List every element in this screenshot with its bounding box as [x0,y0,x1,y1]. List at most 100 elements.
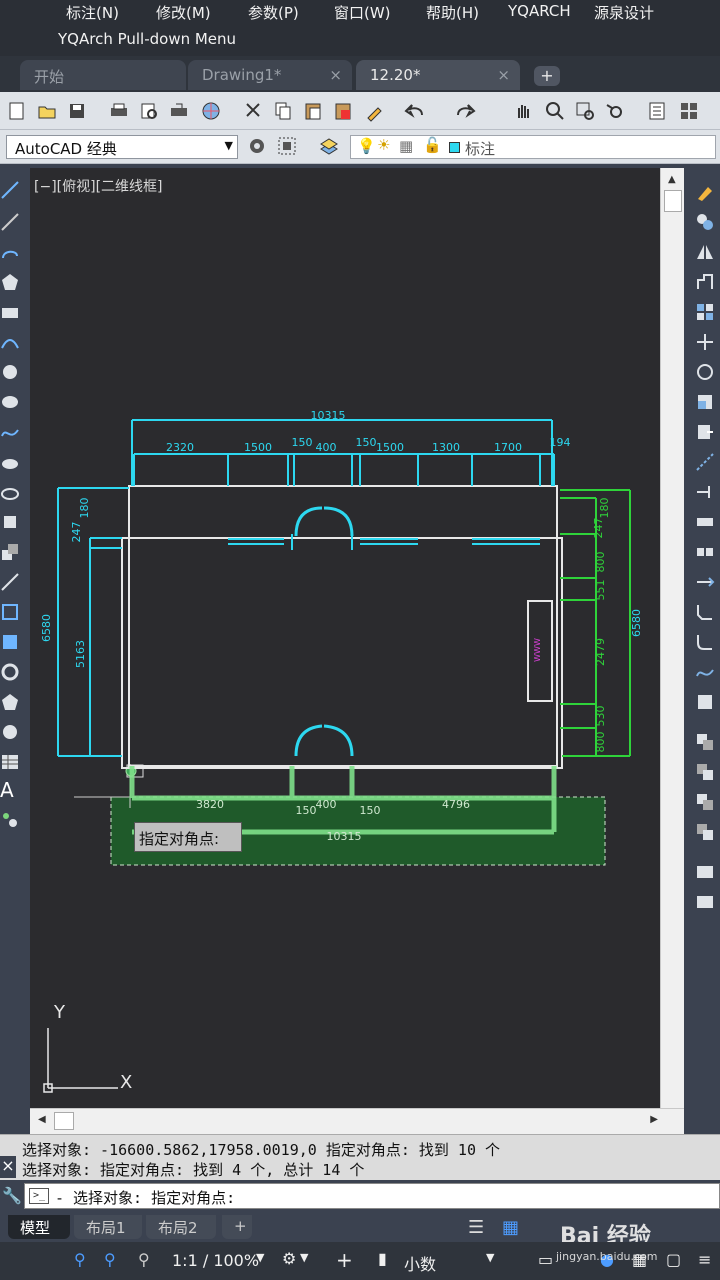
construction-line-icon[interactable] [0,212,20,232]
menu-modify[interactable]: 修改(M) [156,2,211,23]
draw-order-icon[interactable] [695,732,715,752]
polyline-icon[interactable] [0,242,20,262]
annotation-visibility-icon[interactable]: ⚲ [74,1250,86,1269]
print-preview-icon[interactable] [138,100,160,122]
menu-help[interactable]: 帮助(H) [426,2,479,23]
mirror-icon[interactable] [695,242,715,262]
undo-icon[interactable] [404,100,426,122]
command-prompt-icon[interactable]: >_ [29,1188,49,1204]
spline-icon[interactable] [0,422,20,442]
customize-wrench-icon[interactable]: 🔧 [2,1186,22,1205]
properties-icon[interactable] [646,100,668,122]
match-properties-icon[interactable] [364,100,386,122]
zoom-window-icon[interactable] [574,100,596,122]
send-under-icon[interactable] [695,822,715,842]
menu-yqarch-pulldown[interactable]: YQArch Pull-down Menu [58,30,236,48]
text-edit-icon[interactable] [695,862,715,882]
chevron-down-icon[interactable]: ▼ [256,1251,264,1264]
bring-to-front-icon[interactable] [695,762,715,782]
design-center-icon[interactable] [678,100,700,122]
explode-icon[interactable] [695,692,715,712]
auto-scale-icon[interactable]: ⚲ [104,1250,116,1269]
line-icon[interactable] [0,180,20,200]
save-icon[interactable] [66,100,88,122]
break-icon[interactable] [695,542,715,562]
annotation-scale-icon[interactable]: ⚲ [138,1250,150,1269]
render-icon[interactable] [200,100,222,122]
extend-icon[interactable] [695,482,715,502]
circle-icon[interactable] [0,362,20,382]
workspace-switch-icon[interactable]: ⚙ [282,1249,296,1268]
tab-12-20[interactable]: 12.20* × [356,60,520,90]
new-file-icon[interactable] [6,100,28,122]
ellipse-icon[interactable] [0,452,20,472]
blend-curves-icon[interactable] [695,662,715,682]
rectangle-icon[interactable] [0,302,20,322]
ellipse-arc-icon[interactable] [0,482,20,502]
quick-properties-icon[interactable]: ▭ [538,1250,553,1269]
insert-block-icon[interactable] [0,512,20,532]
scroll-thumb[interactable] [54,1112,74,1130]
erase-icon[interactable] [695,182,715,202]
tab-model[interactable]: 模型 [8,1215,70,1239]
rotate-icon[interactable] [695,362,715,382]
close-icon[interactable]: × [0,1156,16,1178]
workspace-settings-icon[interactable] [276,135,298,157]
revision-cloud-icon[interactable] [0,392,20,412]
layer-select[interactable]: 💡 ☀ ▦ 🔓 标注 [350,135,716,159]
redo-icon[interactable] [454,100,476,122]
menu-window[interactable]: 窗口(W) [334,2,391,23]
tab-layout2[interactable]: 布局2 [146,1215,216,1239]
gradient-icon[interactable] [0,632,20,652]
menu-dimension[interactable]: 标注(N) [66,2,119,23]
tab-start[interactable]: 开始 [20,60,186,90]
tab-layout1[interactable]: 布局1 [74,1215,142,1239]
vertical-scrollbar[interactable]: ▲ [660,168,684,1108]
stretch-icon[interactable] [695,422,715,442]
annotation-monitor-icon[interactable]: + [336,1248,353,1272]
text-overlap-icon[interactable] [695,892,715,912]
copy-object-icon[interactable] [695,212,715,232]
menu-parametric[interactable]: 参数(P) [248,2,299,23]
add-selected-icon[interactable] [0,810,20,830]
menu-yuanquan[interactable]: 源泉设计 [594,2,654,23]
copy-icon[interactable] [272,100,294,122]
paste-icon[interactable] [302,100,324,122]
zoom-previous-icon[interactable] [604,100,626,122]
tab-drawing1[interactable]: Drawing1* × [188,60,352,90]
paste-special-icon[interactable] [332,100,354,122]
scale-icon[interactable] [695,392,715,412]
snap-mode-icon[interactable]: ▦ [502,1217,519,1238]
clean-screen-icon[interactable]: ▢ [666,1250,681,1269]
horizontal-scrollbar[interactable]: ◀ ▶ [30,1108,684,1134]
print-icon[interactable] [108,100,130,122]
layer-properties-icon[interactable] [318,135,340,157]
open-file-icon[interactable] [36,100,58,122]
pan-icon[interactable] [512,100,534,122]
boundary-icon[interactable] [0,692,20,712]
annotation-scale[interactable]: 1:1 / 100% [172,1251,259,1270]
scroll-thumb[interactable] [664,190,682,212]
chevron-down-icon[interactable]: ▼ [486,1251,494,1264]
scroll-right-icon[interactable]: ▶ [650,1114,658,1125]
trim-icon[interactable] [695,452,715,472]
table-icon[interactable] [0,752,20,772]
gear-icon[interactable] [246,135,268,157]
customization-icon[interactable]: ≡ [698,1250,711,1269]
send-to-back-icon[interactable] [695,792,715,812]
scroll-up-icon[interactable]: ▲ [668,174,676,185]
array-icon[interactable] [695,302,715,322]
tab-close-icon[interactable]: × [329,66,342,84]
menu-yqarch[interactable]: YQARCH [508,2,571,20]
hatch-icon[interactable] [0,602,20,622]
workspace-select[interactable]: AutoCAD 经典 ▼ [6,135,238,159]
move-icon[interactable] [695,332,715,352]
scroll-left-icon[interactable]: ◀ [38,1114,46,1125]
command-input[interactable]: >_ - 选择对象: 指定对角点: [24,1183,720,1209]
join-icon[interactable] [695,572,715,592]
offset-icon[interactable] [695,272,715,292]
publish-icon[interactable] [168,100,190,122]
break-at-point-icon[interactable] [695,512,715,532]
region-icon[interactable] [0,662,20,682]
make-block-icon[interactable] [0,542,20,562]
